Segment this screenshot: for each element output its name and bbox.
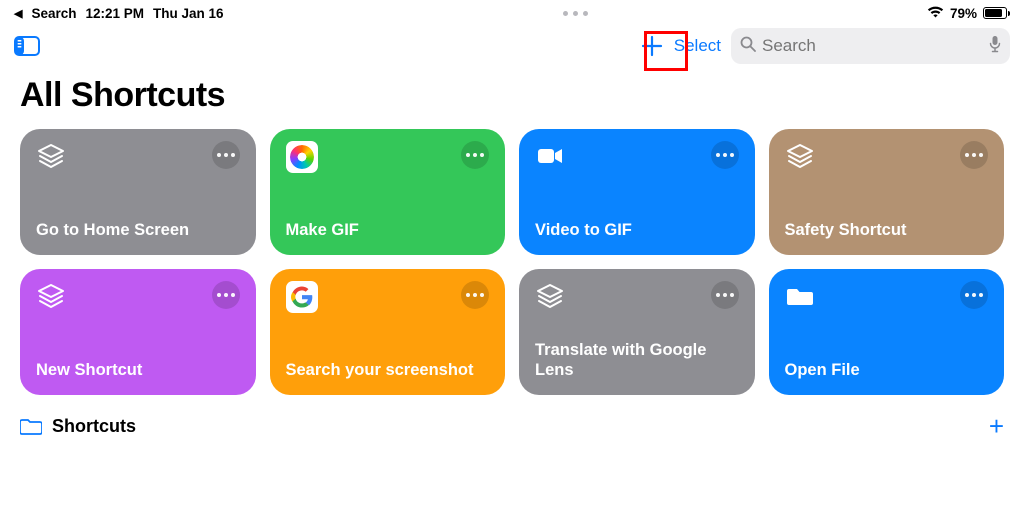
- shortcut-card[interactable]: New Shortcut: [20, 269, 256, 395]
- card-label: Open File: [785, 361, 989, 381]
- search-input[interactable]: [762, 36, 983, 56]
- folder-label: Shortcuts: [52, 416, 136, 437]
- wifi-icon: [927, 6, 944, 21]
- search-field[interactable]: [731, 28, 1010, 64]
- sidebar-toggle-icon[interactable]: [14, 36, 40, 56]
- card-label: Search your screenshot: [286, 361, 490, 381]
- select-button[interactable]: Select: [674, 36, 721, 56]
- card-more-button[interactable]: [960, 141, 988, 169]
- card-more-button[interactable]: [711, 281, 739, 309]
- layers-icon: [535, 281, 565, 311]
- battery-percentage: 79%: [950, 6, 977, 21]
- shortcut-card[interactable]: Translate with Google Lens: [519, 269, 755, 395]
- status-bar: ◀ Search 12:21 PM Thu Jan 16 79%: [0, 0, 1024, 22]
- shortcut-card[interactable]: Safety Shortcut: [769, 129, 1005, 255]
- layers-icon: [36, 141, 66, 171]
- card-more-button[interactable]: [461, 281, 489, 309]
- photos-app-icon: [286, 141, 318, 173]
- card-label: Video to GIF: [535, 221, 739, 241]
- card-more-button[interactable]: [711, 141, 739, 169]
- shortcut-card[interactable]: Search your screenshot: [270, 269, 506, 395]
- card-more-button[interactable]: [212, 281, 240, 309]
- shortcut-card[interactable]: Video to GIF: [519, 129, 755, 255]
- card-label: Make GIF: [286, 221, 490, 241]
- video-icon: [535, 141, 565, 171]
- dictate-icon[interactable]: [989, 35, 1001, 58]
- add-folder-button[interactable]: +: [989, 413, 1004, 439]
- card-more-button[interactable]: [212, 141, 240, 169]
- search-icon: [740, 36, 756, 57]
- layers-icon: [785, 141, 815, 171]
- folder-icon: [785, 281, 815, 311]
- card-label: Go to Home Screen: [36, 221, 240, 241]
- folder-icon: [20, 417, 42, 435]
- battery-icon: [983, 7, 1010, 19]
- status-date: Thu Jan 16: [153, 6, 224, 21]
- multitask-dots-icon[interactable]: [563, 11, 588, 16]
- add-shortcut-button[interactable]: [634, 28, 670, 64]
- card-label: New Shortcut: [36, 361, 240, 381]
- google-app-icon: [286, 281, 318, 313]
- shortcut-card[interactable]: Open File: [769, 269, 1005, 395]
- status-time: 12:21 PM: [86, 6, 145, 21]
- page-title: All Shortcuts: [0, 70, 1024, 129]
- layers-icon: [36, 281, 66, 311]
- card-label: Translate with Google Lens: [535, 341, 739, 381]
- folder-row[interactable]: Shortcuts +: [0, 395, 1024, 439]
- card-label: Safety Shortcut: [785, 221, 989, 241]
- card-more-button[interactable]: [461, 141, 489, 169]
- shortcut-card[interactable]: Make GIF: [270, 129, 506, 255]
- shortcuts-grid: Go to Home Screen Make GIF Video to GIF Saf…: [0, 129, 1024, 395]
- back-arrow-icon[interactable]: ◀: [14, 7, 22, 20]
- top-toolbar: Select: [0, 22, 1024, 70]
- shortcut-card[interactable]: Go to Home Screen: [20, 129, 256, 255]
- card-more-button[interactable]: [960, 281, 988, 309]
- back-label[interactable]: Search: [31, 6, 76, 21]
